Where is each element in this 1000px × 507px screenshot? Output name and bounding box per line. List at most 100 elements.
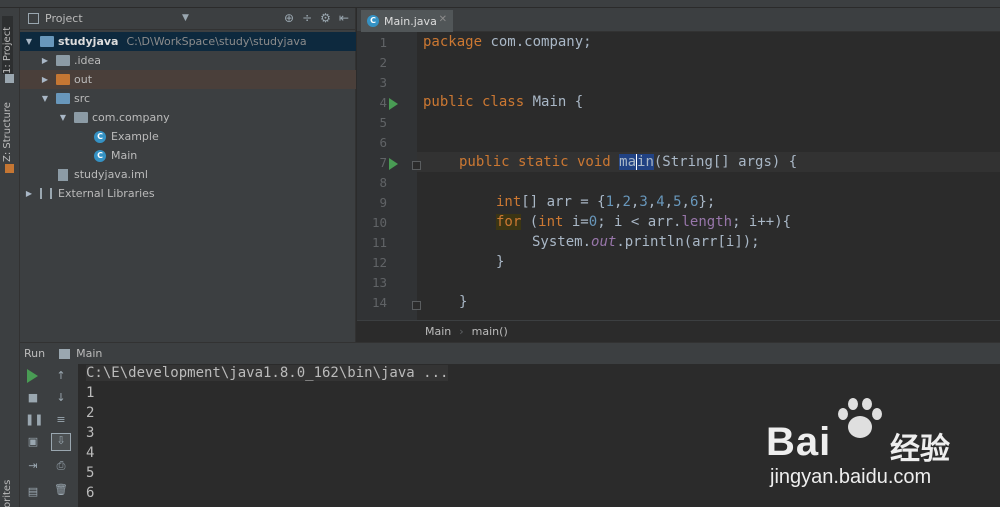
keyword: int	[538, 214, 564, 230]
project-view-icon	[28, 13, 39, 24]
print-icon[interactable]: ⎙	[53, 459, 69, 473]
structure-icon	[5, 164, 14, 173]
baidu-jingyan-watermark: Bai 经验 jingyan.baidu.com	[766, 398, 986, 488]
chevron-down-icon[interactable]: ▼	[40, 94, 50, 103]
hide-icon[interactable]: ⇤	[339, 11, 349, 25]
number-literal: 2	[622, 194, 631, 210]
tree-item-main[interactable]: C Main	[20, 146, 356, 165]
chevron-down-icon[interactable]: ▼	[182, 13, 189, 23]
fold-icon[interactable]	[412, 301, 421, 310]
console-line: 5	[86, 465, 95, 481]
run-config-name[interactable]: Main	[76, 347, 102, 360]
tree-item-example[interactable]: C Example	[20, 127, 356, 146]
code-text: };	[698, 194, 716, 210]
breadcrumb-item[interactable]: main()	[472, 325, 508, 338]
static-field: out	[591, 234, 617, 250]
scroll-to-end-icon[interactable]: ⇩	[51, 433, 71, 451]
chevron-right-icon[interactable]: ▶	[40, 75, 50, 84]
chevron-right-icon[interactable]: ▶	[24, 189, 34, 198]
console-line: 2	[86, 405, 95, 421]
number-literal: 5	[673, 194, 682, 210]
folder-icon	[56, 55, 70, 66]
library-icon	[40, 188, 52, 199]
tree-item-idea[interactable]: ▶ .idea	[20, 51, 356, 70]
layout-icon[interactable]: ▤	[25, 485, 41, 499]
run-gutter-icon[interactable]	[389, 158, 398, 170]
project-icon	[5, 74, 14, 83]
chevron-down-icon[interactable]: ▼	[24, 37, 34, 46]
console-line: 6	[86, 485, 95, 501]
code-text: [] arr = {	[521, 194, 606, 210]
keyword: for	[496, 214, 522, 230]
keyword: int	[496, 194, 522, 210]
project-panel-header[interactable]: Project ▼ ⊕ ÷ ⚙ ⇤	[20, 8, 355, 30]
arrow-down-icon[interactable]: ↓	[53, 391, 69, 405]
tree-item-label: studyjava	[58, 35, 119, 48]
file-icon	[58, 168, 68, 181]
close-icon[interactable]: ✕	[439, 14, 447, 25]
watermark-url: jingyan.baidu.com	[770, 466, 932, 488]
class-icon: C	[94, 130, 106, 143]
tree-item-label: src	[74, 92, 91, 105]
tab-favorites[interactable]: orites	[2, 478, 13, 507]
tree-item-out[interactable]: ▶ out	[20, 70, 356, 89]
pause-icon[interactable]: ❚❚	[25, 413, 43, 427]
console-line: 4	[86, 445, 95, 461]
console-line: C:\E\development\java1.8.0_162\bin\java …	[86, 365, 449, 381]
run-panel-label: Run	[24, 347, 46, 360]
tree-item-external-libraries[interactable]: ▶ External Libraries	[20, 184, 356, 203]
code-line-11[interactable]: System.out.println(arr[i]);	[532, 234, 760, 250]
code-line-1[interactable]: package com.company;	[423, 34, 592, 50]
code-text: .println(arr[i]);	[616, 234, 760, 250]
keyword: public static void	[459, 154, 611, 170]
code-text: Main {	[524, 94, 584, 110]
keyword: public class	[423, 94, 525, 110]
stop-icon[interactable]: ■	[25, 391, 41, 405]
locate-icon[interactable]: ⊕	[284, 11, 294, 25]
chevron-right-icon[interactable]: ▶	[40, 56, 50, 65]
exit-icon[interactable]: ⇥	[25, 459, 41, 473]
code-text: (	[521, 214, 539, 230]
code-line-7[interactable]: public static void main(String[] args) {	[459, 154, 797, 170]
module-folder-icon	[40, 36, 54, 47]
trash-icon[interactable]: 🗑	[53, 483, 69, 497]
application-icon	[59, 348, 71, 359]
code-line-12[interactable]: }	[496, 254, 504, 270]
tree-item-label: com.company	[92, 111, 170, 124]
excluded-folder-icon	[56, 74, 70, 85]
code-line-14[interactable]: }	[459, 294, 467, 310]
soft-wrap-icon[interactable]: ≡	[53, 413, 69, 427]
code-line-9[interactable]: int[] arr = {1,2,3,4,5,6};	[496, 194, 715, 210]
package-icon	[74, 112, 88, 123]
chevron-down-icon[interactable]: ▼	[58, 113, 68, 122]
tree-item-path: C:\D\WorkSpace\study\studyjava	[126, 35, 307, 48]
tab-main-java[interactable]: C Main.java ✕	[361, 10, 453, 32]
play-icon[interactable]	[27, 369, 38, 383]
tree-item-label: out	[74, 73, 93, 86]
tree-item-studyjava[interactable]: ▼ studyjava C:\D\WorkSpace\study\studyja…	[20, 32, 356, 51]
tab-structure[interactable]: Z: Structure	[2, 96, 13, 162]
fold-icon[interactable]	[412, 161, 421, 170]
console-line: 3	[86, 425, 95, 441]
code-line-10[interactable]: for (int i=0; i < arr.length; i++){	[496, 214, 791, 230]
watermark-brand-cn: 经验	[890, 433, 950, 466]
tree-item-com-company[interactable]: ▼ com.company	[20, 108, 356, 127]
collapse-icon[interactable]: ÷	[302, 11, 312, 25]
tree-item-iml[interactable]: studyjava.iml	[20, 165, 356, 184]
dump-icon[interactable]: ▣	[25, 435, 41, 449]
gear-icon[interactable]: ⚙	[320, 11, 331, 25]
tree-item-src[interactable]: ▼ src	[20, 89, 356, 108]
arrow-up-icon[interactable]: ↑	[53, 369, 69, 383]
code-line-4[interactable]: public class Main {	[423, 94, 583, 110]
line-number: 10	[371, 215, 387, 230]
run-gutter-icon[interactable]	[389, 98, 398, 110]
editor-tab-bar: C Main.java ✕	[357, 8, 1000, 32]
number-literal: 4	[656, 194, 665, 210]
field-name: length	[681, 214, 733, 230]
tree-item-label: Example	[111, 130, 159, 143]
code-text: com.company;	[482, 34, 592, 50]
number-literal: 1	[605, 194, 615, 210]
source-folder-icon	[56, 93, 70, 104]
breadcrumb-item[interactable]: Main	[425, 325, 451, 338]
tab-project[interactable]: 1: Project	[2, 16, 13, 74]
